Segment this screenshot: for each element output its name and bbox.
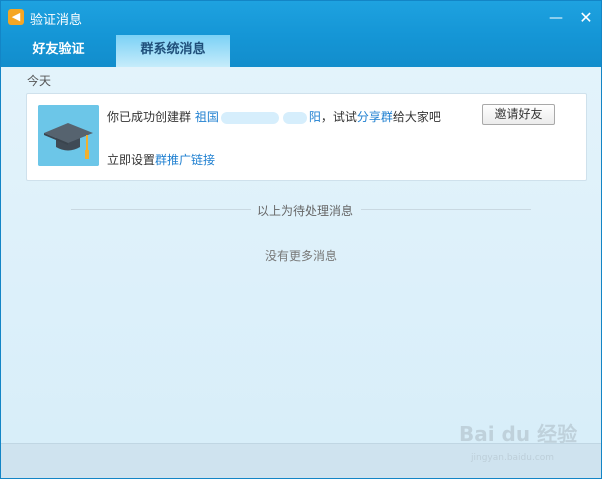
no-more-messages: 没有更多消息 bbox=[264, 249, 337, 263]
graduation-cap-icon bbox=[38, 105, 99, 166]
invite-friends-button[interactable]: 邀请好友 bbox=[482, 104, 555, 125]
message-card: 你已成功创建群 祖国 阳，试试分享群给大家吧 立即设置群推广链接 邀请好友 bbox=[26, 93, 587, 181]
section-label-today: 今天 bbox=[27, 74, 52, 88]
message-prefix: 你已成功创建群 bbox=[107, 110, 195, 124]
window-title: 验证消息 bbox=[30, 13, 83, 28]
minimize-icon[interactable]: — bbox=[547, 9, 565, 27]
title-bar[interactable]: ◀ 验证消息 — ✕ bbox=[1, 1, 601, 35]
group-name-link[interactable]: 祖国 阳 bbox=[195, 110, 321, 124]
group-name-end: 阳 bbox=[308, 110, 321, 124]
group-promo-link[interactable]: 群推广链接 bbox=[155, 153, 215, 167]
message-list: 今天 你已成功创建群 祖国 阳，试试分享群给大家吧 立即设置群推广链接 邀请好友 bbox=[1, 67, 601, 443]
tab-group-system-messages[interactable]: 群系统消息 bbox=[116, 35, 230, 67]
promo-line: 立即设置群推广链接 bbox=[107, 151, 215, 168]
message-middle: ，试试 bbox=[320, 110, 357, 124]
share-group-link[interactable]: 分享群 bbox=[357, 110, 393, 124]
speaker-icon: ◀ bbox=[8, 9, 24, 25]
tab-friend-verification[interactable]: 好友验证 bbox=[1, 35, 116, 67]
divider-line bbox=[361, 209, 531, 210]
watermark-logo: Bai du 经验 bbox=[459, 422, 578, 446]
message-text: 你已成功创建群 祖国 阳，试试分享群给大家吧 bbox=[107, 108, 441, 125]
message-suffix: 给大家吧 bbox=[392, 110, 441, 124]
pending-divider: 以上为待处理消息 bbox=[71, 202, 531, 218]
group-name-start: 祖国 bbox=[194, 110, 219, 124]
divider-line bbox=[71, 209, 251, 210]
divider-label: 以上为待处理消息 bbox=[257, 204, 354, 218]
promo-prefix: 立即设置 bbox=[107, 153, 156, 167]
verification-window: ◀ 验证消息 — ✕ 好友验证 群系统消息 今天 你已成功创建群 祖国 阳，试试分… bbox=[0, 0, 602, 479]
watermark-url: jingyan.baidu.com bbox=[471, 453, 555, 463]
close-icon[interactable]: ✕ bbox=[577, 9, 595, 27]
redacted-blur bbox=[282, 111, 307, 124]
redacted-blur bbox=[220, 111, 279, 124]
tab-bar: 好友验证 群系统消息 bbox=[1, 35, 601, 67]
